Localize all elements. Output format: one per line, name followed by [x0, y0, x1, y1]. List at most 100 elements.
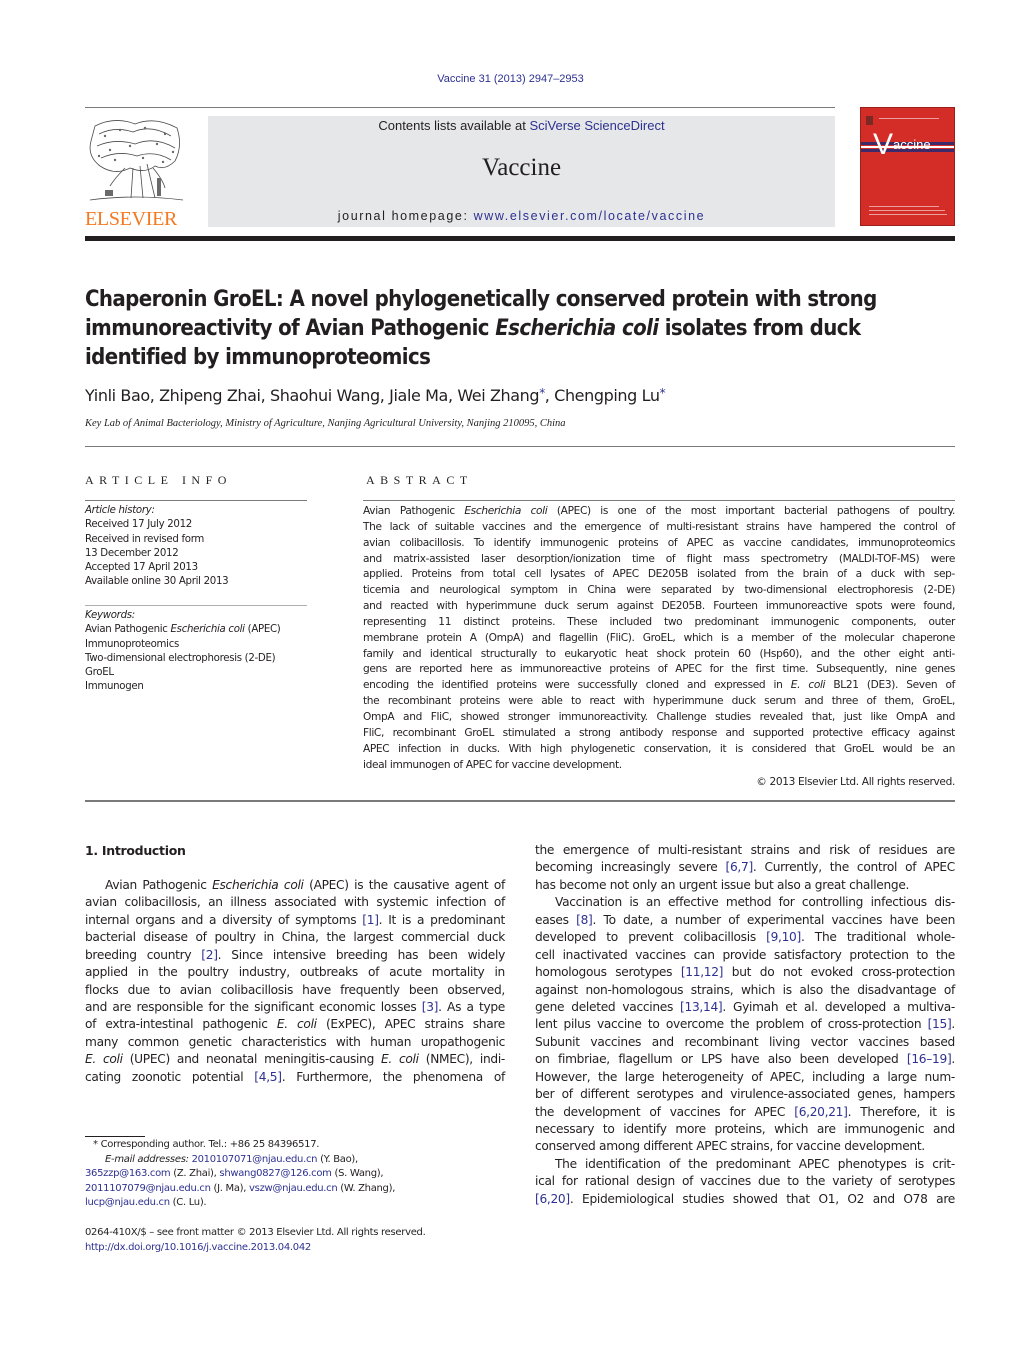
body-text-run: bacterial disease of poultry in China, t… — [85, 930, 505, 945]
body-text-run: internal organs and a diversity of sympt… — [85, 912, 363, 927]
author-name[interactable]: Yinli Bao — [85, 386, 150, 405]
body-line: becoming increasingly severe [6,7]. Curr… — [535, 859, 955, 876]
cover-subtext — [869, 214, 947, 215]
title-line: immunoreactivity of Avian Pathogenic Esc… — [85, 314, 955, 343]
body-text-run: . — [951, 1017, 955, 1032]
abstract-text-run: BL21 (DE3). Seven of — [825, 679, 956, 692]
species-name: Escherichia coli — [212, 877, 304, 892]
body-line: many common genetic characteristics with… — [85, 1034, 505, 1051]
abstract-heading: ABSTRACT — [366, 473, 473, 487]
journal-homepage: journal homepage: www.elsevier.com/locat… — [208, 209, 835, 223]
front-matter: 0264-410X/$ – see front matter © 2013 El… — [85, 1225, 426, 1255]
reference-link[interactable]: [6,20,21] — [794, 1105, 848, 1119]
keyword-text: Avian Pathogenic — [85, 624, 171, 636]
section-heading: 1. Introduction — [85, 843, 186, 858]
divider — [85, 605, 307, 606]
body-text-run: . — [951, 1052, 955, 1067]
body-text-run: has become not only an urgent issue but … — [535, 877, 910, 892]
body-line: and are responsible for the significant … — [85, 999, 505, 1016]
header-thick-rule — [85, 236, 955, 241]
body-line: flocks due to avian colibacillosis have … — [85, 982, 505, 999]
species-name: E. coli — [790, 679, 826, 692]
reference-link[interactable]: [4,5] — [254, 1070, 282, 1084]
reference-link[interactable]: [6,20] — [535, 1192, 570, 1206]
email-link[interactable]: shwang0827@126.com — [219, 1168, 332, 1179]
homepage-prefix: journal homepage: — [337, 209, 474, 223]
abstract-line: OmpA and FliC, showed stronger immunorea… — [363, 710, 955, 723]
email-label: E-mail addresses: — [105, 1153, 192, 1165]
citation-link[interactable]: Vaccine 31 (2013) 2947–2953 — [437, 73, 584, 85]
email-owner: (S. Wang), — [331, 1168, 384, 1179]
body-text-run: and are responsible for the significant … — [85, 999, 422, 1014]
elsevier-wordmark: ELSEVIER — [85, 208, 178, 230]
abstract-line: representing 11 distinct proteins. These… — [363, 615, 955, 628]
reference-link[interactable]: [1] — [362, 913, 379, 927]
reference-link[interactable]: [9,10] — [766, 930, 801, 944]
body-line: gene deleted vaccines [13,14]. Gyimah et… — [535, 999, 955, 1016]
reference-link[interactable]: [11,12] — [681, 965, 724, 979]
email-link[interactable]: 2010107071@njau.edu.cn — [192, 1154, 318, 1165]
body-text-run: . Epidemiological studies showed that O1… — [569, 1191, 955, 1206]
corresponding-author-marker[interactable]: * — [539, 386, 545, 400]
body-text-run: The identification of the predominant AP… — [555, 1156, 955, 1171]
body-text-run: ical for rational design of vaccines due… — [535, 1174, 955, 1189]
reference-link[interactable]: [8] — [576, 913, 593, 927]
body-text-run: . Furthermore, the phenomena of — [281, 1069, 506, 1084]
species-name: E. coli — [276, 1017, 317, 1032]
homepage-link[interactable]: www.elsevier.com/locate/vaccine — [474, 209, 706, 223]
body-text-run: the emergence of multi-resistant strains… — [535, 843, 955, 857]
abstract-text: Avian Pathogenic Escherichia coli (APEC)… — [363, 504, 955, 773]
keyword-item[interactable]: GroEL — [85, 666, 280, 680]
email-line: lucp@njau.edu.cn (C. Lu). — [85, 1196, 505, 1211]
author-name[interactable]: Shaohui Wang — [270, 386, 380, 405]
body-line: The identification of the predominant AP… — [535, 1156, 955, 1173]
journal-cover[interactable]: V accine — [860, 107, 955, 226]
reference-link[interactable]: [15] — [928, 1017, 952, 1031]
reference-link[interactable]: [6,7] — [726, 860, 754, 874]
email-owner: (C. Lu). — [169, 1197, 207, 1208]
body-line: against non-homologous strains, which is… — [535, 982, 955, 999]
author-name[interactable]: Zhipeng Zhai — [159, 386, 261, 405]
keyword-item[interactable]: Immunogen — [85, 680, 280, 694]
body-line: ical for rational design of vaccines due… — [535, 1173, 955, 1190]
abstract-text-run: encoding the identified proteins were su… — [363, 679, 791, 692]
email-link[interactable]: 365zzp@163.com — [85, 1168, 171, 1179]
doi-link[interactable]: http://dx.doi.org/10.1016/j.vaccine.2013… — [85, 1240, 425, 1255]
footnotes: * Corresponding author. Tel.: +86 25 843… — [85, 1138, 505, 1211]
email-link[interactable]: 2011107079@njau.edu.cn — [85, 1183, 211, 1194]
body-line: ber of different serotypes and virulence… — [535, 1086, 955, 1103]
reference-link[interactable]: [16–19] — [907, 1052, 952, 1066]
cover-topline — [879, 118, 939, 119]
email-line: 365zzp@163.com (Z. Zhai), shwang0827@126… — [85, 1167, 505, 1182]
abstract-line: family and identical structurally to euk… — [363, 647, 955, 660]
abstract-line: ideal immunogen of APEC for vaccine deve… — [363, 758, 622, 771]
species-name: Escherichia coli — [464, 505, 548, 517]
author-name[interactable]: Jiale Ma — [389, 386, 448, 405]
reference-link[interactable]: [3] — [422, 1000, 439, 1014]
body-text-run: of extra-intestinal pathogenic — [85, 1017, 277, 1032]
sciencedirect-link[interactable]: SciVerse ScienceDirect — [529, 118, 664, 133]
journal-citation[interactable]: Vaccine 31 (2013) 2947–2953 — [0, 73, 1021, 85]
history-item: Accepted 17 April 2013 — [85, 562, 198, 574]
cover-title: accine — [893, 137, 931, 152]
body-text-run: . The traditional whole- — [800, 930, 955, 945]
body-text-run: . Therefore, it is — [847, 1104, 956, 1119]
author-name[interactable]: Wei Zhang — [457, 386, 539, 405]
keyword-item[interactable]: Immunoproteomics — [85, 638, 280, 652]
body-text-run: Subunit vaccines and recombinant living … — [535, 1034, 955, 1049]
email-link[interactable]: vszw@njau.edu.cn — [249, 1183, 338, 1194]
email-line: E-mail addresses: 2010107071@njau.edu.cn… — [85, 1153, 505, 1168]
author-name[interactable]: Chengping Lu — [554, 386, 660, 405]
email-link[interactable]: lucp@njau.edu.cn — [85, 1197, 170, 1208]
reference-link[interactable]: [2] — [201, 948, 218, 962]
body-text-run: (UPEC) and neonatal meningitis-causing — [122, 1052, 382, 1067]
keyword-item[interactable]: Avian Pathogenic Escherichia coli (APEC) — [85, 623, 281, 637]
header-rule — [85, 107, 835, 108]
corresponding-author-marker[interactable]: * — [660, 386, 666, 400]
keyword-text: (APEC) — [244, 624, 281, 636]
keyword-item[interactable]: Two-dimensional electrophoresis (2-DE) — [85, 652, 280, 666]
reference-link[interactable]: [13,14] — [680, 1000, 723, 1014]
abstract-line: Avian Pathogenic Escherichia coli (APEC)… — [363, 504, 955, 520]
body-line: Subunit vaccines and recombinant living … — [535, 1034, 955, 1051]
body-text-run: necessary to identify more proteins, whi… — [535, 1122, 955, 1136]
